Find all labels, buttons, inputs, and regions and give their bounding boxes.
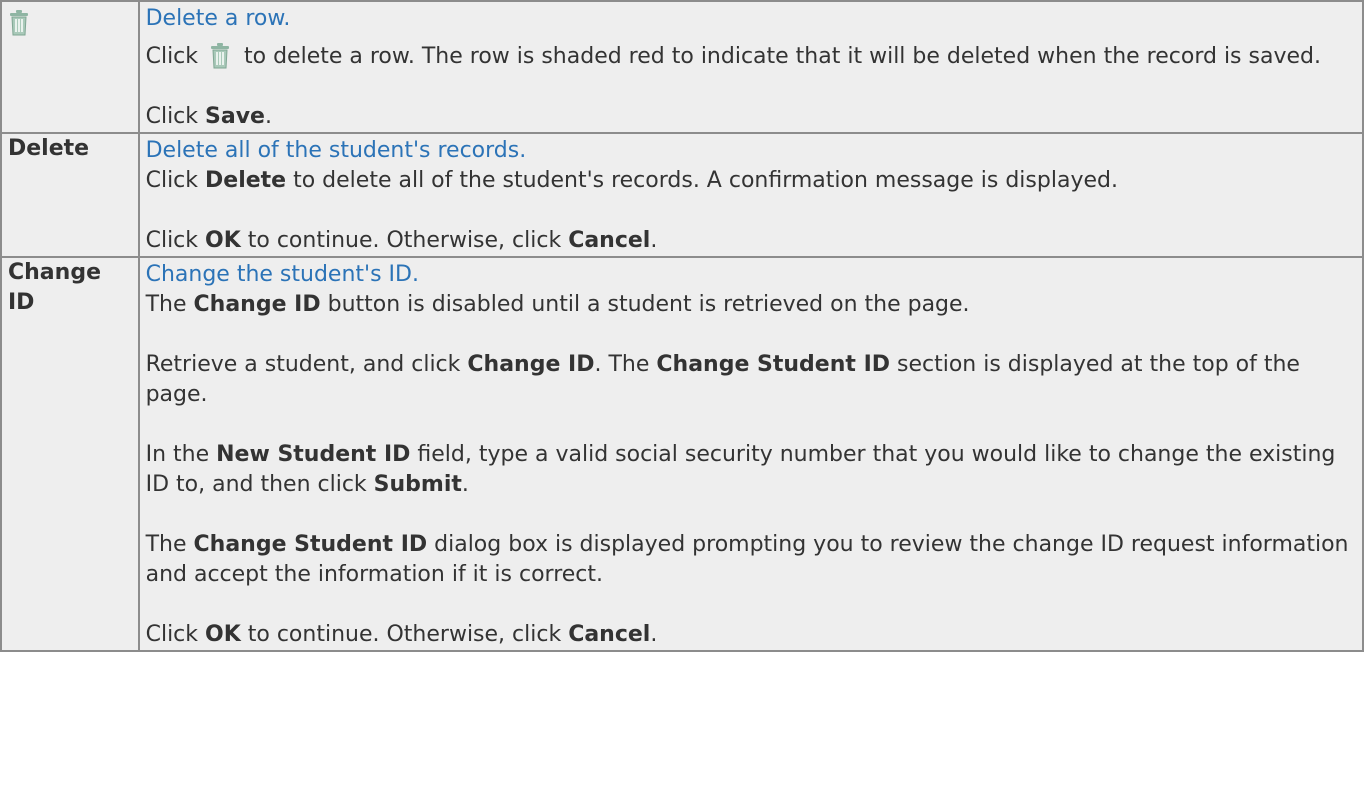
paragraph: Click OK to continue. Otherwise, click C…	[145, 228, 658, 253]
paragraph: Retrieve a student, and click Change ID.…	[145, 352, 1300, 407]
delete-row-link[interactable]: Delete a row.	[146, 4, 1356, 34]
change-student-id-link[interactable]: Change the student's ID.	[146, 260, 1356, 290]
table-row: Change ID Change the student's ID. The C…	[0, 256, 1365, 652]
row-label-delete: Delete	[0, 132, 140, 258]
paragraph: The Change ID button is disabled until a…	[145, 292, 970, 317]
paragraph: Click Save.	[145, 104, 272, 129]
row-description-cell: Delete all of the student's records. Cli…	[137, 132, 1365, 258]
row-description-cell: Change the student's ID. The Change ID b…	[137, 256, 1365, 652]
paragraph: In the New Student ID field, type a vali…	[145, 442, 1336, 497]
trash-can-icon[interactable]	[8, 10, 30, 36]
delete-records-link[interactable]: Delete all of the student's records.	[146, 136, 1356, 166]
row-label-cell	[0, 0, 140, 134]
table-row: Delete Delete all of the student's recor…	[0, 132, 1365, 258]
paragraph: Click Delete to delete all of the studen…	[145, 168, 1118, 193]
button-reference-table: Delete a row. Click to delete a row. The…	[0, 0, 1365, 652]
paragraph: Click OK to continue. Otherwise, click C…	[145, 622, 658, 647]
row-label-change-id: Change ID	[0, 256, 140, 652]
paragraph: Click to delete a row. The row is shaded…	[145, 43, 1321, 69]
trash-can-icon	[211, 43, 230, 69]
paragraph: The Change Student ID dialog box is disp…	[145, 532, 1349, 587]
table-row: Delete a row. Click to delete a row. The…	[0, 0, 1365, 134]
row-description-cell: Delete a row. Click to delete a row. The…	[137, 0, 1365, 134]
